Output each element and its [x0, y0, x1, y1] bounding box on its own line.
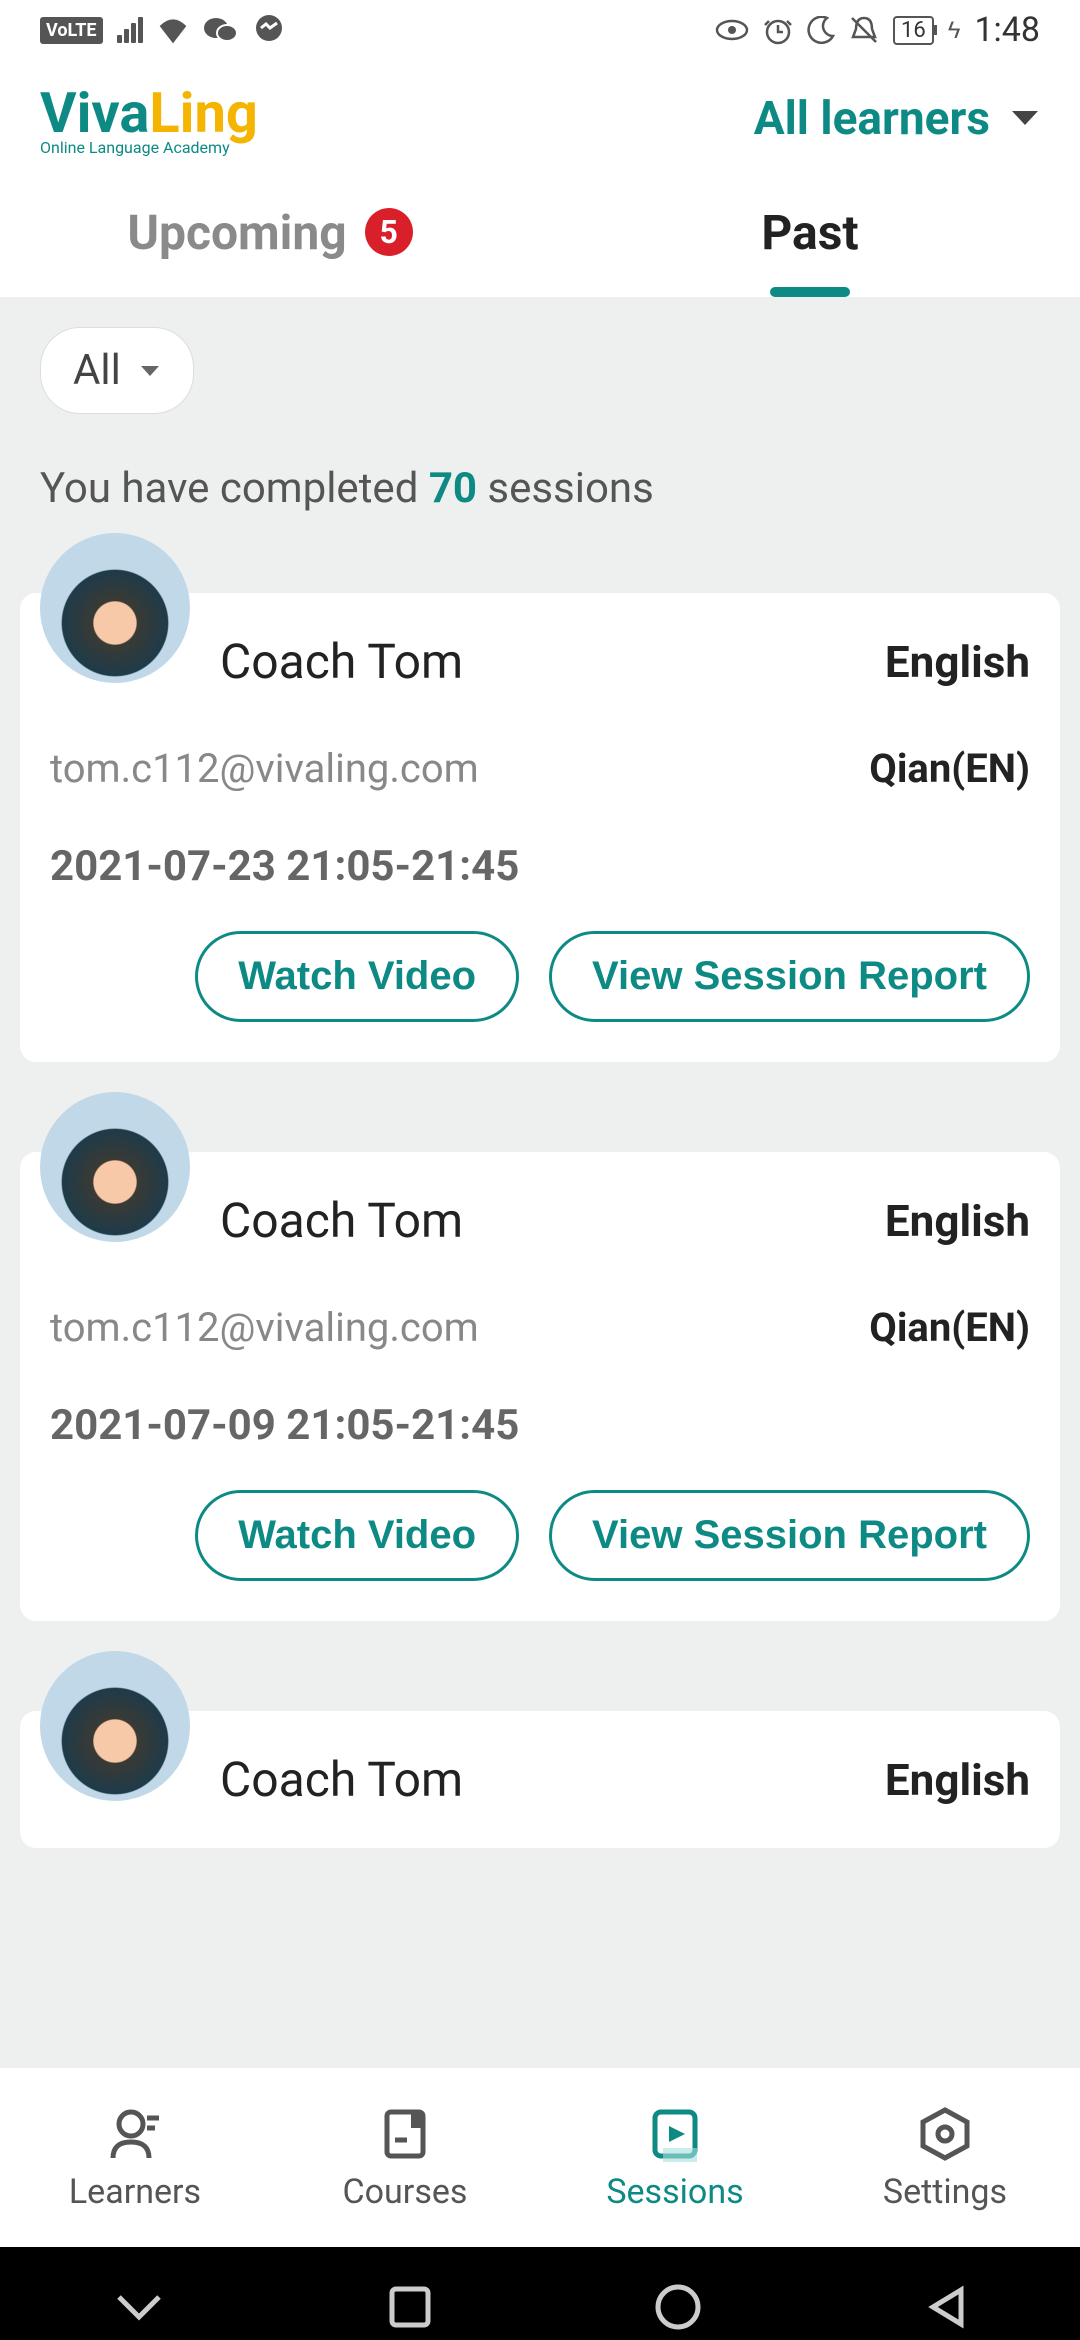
nav-sessions[interactable]: Sessions — [540, 2068, 810, 2247]
wechat-icon — [203, 15, 239, 45]
nav-courses-label: Courses — [343, 2172, 468, 2212]
coach-name: Coach Tom — [220, 1751, 463, 1808]
bottom-nav: Learners Courses Sessions Settings — [0, 2067, 1080, 2247]
caret-down-icon — [139, 364, 161, 378]
session-list[interactable]: Coach Tom English tom.c112@vivaling.com … — [0, 513, 1080, 1848]
caret-down-icon — [1010, 109, 1040, 129]
nav-courses[interactable]: Courses — [270, 2068, 540, 2247]
nav-settings[interactable]: Settings — [810, 2068, 1080, 2247]
session-card[interactable]: Coach Tom English tom.c112@vivaling.com … — [20, 593, 1060, 1062]
session-language: English — [885, 636, 1030, 688]
tab-past-label: Past — [761, 204, 858, 261]
system-nav — [0, 2247, 1080, 2340]
coach-name: Coach Tom — [220, 1192, 463, 1249]
settings-icon — [915, 2104, 975, 2164]
status-time: 1:48 — [974, 10, 1040, 50]
courses-icon — [375, 2104, 435, 2164]
coach-name: Coach Tom — [220, 633, 463, 690]
session-datetime: 2021-07-23 21:05-21:45 — [50, 842, 1030, 891]
moon-icon — [807, 16, 835, 44]
logo-ling: Ling — [149, 80, 258, 146]
tab-past[interactable]: Past — [540, 167, 1080, 297]
session-card[interactable]: Coach Tom English — [20, 1711, 1060, 1848]
coach-email: tom.c112@vivaling.com — [50, 1304, 479, 1351]
learner-name: Qian(EN) — [869, 745, 1030, 792]
learners-icon — [105, 2104, 165, 2164]
volte-icon: VoLTE — [40, 17, 103, 44]
watch-video-button[interactable]: Watch Video — [195, 1490, 519, 1581]
nav-learners[interactable]: Learners — [0, 2068, 270, 2247]
session-card[interactable]: Coach Tom English tom.c112@vivaling.com … — [20, 1152, 1060, 1621]
watch-video-button[interactable]: Watch Video — [195, 931, 519, 1022]
status-left: VoLTE — [40, 14, 285, 46]
sys-nav-home[interactable] — [652, 2281, 704, 2333]
nav-learners-label: Learners — [69, 2172, 201, 2212]
sys-nav-down[interactable] — [109, 2287, 169, 2327]
avatar — [40, 1092, 190, 1242]
view-report-button[interactable]: View Session Report — [549, 1490, 1030, 1581]
sessions-icon — [645, 2104, 705, 2164]
nav-settings-label: Settings — [883, 2172, 1007, 2212]
charging-icon: ϟ — [948, 16, 961, 45]
coach-email: tom.c112@vivaling.com — [50, 745, 479, 792]
session-language: English — [885, 1195, 1030, 1247]
logo: VivaLing Online Language Academy — [40, 80, 258, 157]
summary-prefix: You have completed — [40, 464, 429, 513]
learner-select-label: All learners — [754, 92, 990, 146]
content-area: All You have completed 70 sessions Coach… — [0, 297, 1080, 2067]
filter-chip[interactable]: All — [40, 327, 194, 414]
learner-select-dropdown[interactable]: All learners — [754, 92, 1040, 146]
bell-off-icon — [849, 15, 879, 45]
tab-upcoming[interactable]: Upcoming 5 — [0, 167, 540, 297]
filter-label: All — [73, 346, 121, 395]
completed-summary: You have completed 70 sessions — [40, 464, 1080, 513]
upcoming-badge: 5 — [365, 208, 413, 256]
signal-icon — [117, 17, 143, 43]
eye-icon — [715, 18, 749, 42]
sys-nav-recent[interactable] — [386, 2283, 434, 2331]
summary-suffix: sessions — [477, 464, 654, 513]
summary-count: 70 — [429, 464, 477, 513]
session-tabs: Upcoming 5 Past — [0, 167, 1080, 297]
session-language: English — [885, 1754, 1030, 1806]
logo-subtitle: Online Language Academy — [40, 138, 258, 157]
avatar — [40, 1651, 190, 1801]
app-header: VivaLing Online Language Academy All lea… — [0, 60, 1080, 167]
avatar — [40, 533, 190, 683]
sys-nav-back[interactable] — [921, 2282, 971, 2332]
tab-upcoming-label: Upcoming — [127, 204, 346, 261]
logo-viva: Viva — [40, 80, 149, 146]
session-datetime: 2021-07-09 21:05-21:45 — [50, 1401, 1030, 1450]
status-bar: VoLTE 16 ϟ 1:48 — [0, 0, 1080, 60]
wifi-icon — [157, 16, 189, 44]
messenger-icon — [253, 14, 285, 46]
learner-name: Qian(EN) — [869, 1304, 1030, 1351]
battery-icon: 16 — [893, 16, 934, 45]
view-report-button[interactable]: View Session Report — [549, 931, 1030, 1022]
nav-sessions-label: Sessions — [606, 2172, 743, 2212]
status-right: 16 ϟ 1:48 — [715, 10, 1040, 50]
alarm-icon — [763, 15, 793, 45]
